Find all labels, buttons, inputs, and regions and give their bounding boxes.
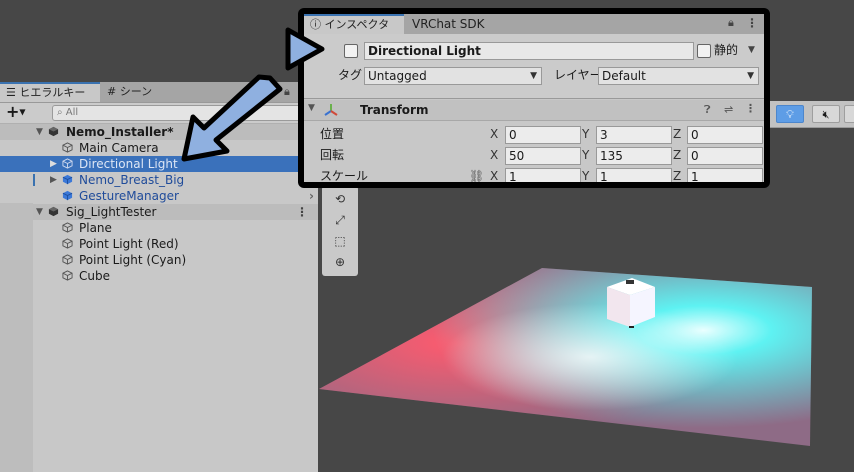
annotation-arrow-diagonal-icon: [181, 74, 283, 162]
annotation-arrow-right-icon: [285, 27, 325, 71]
annotation-overlay: [181, 27, 325, 162]
